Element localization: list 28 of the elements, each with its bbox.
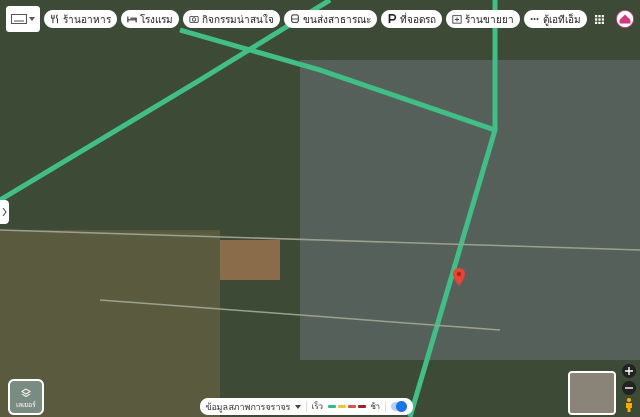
category-chip[interactable]: ร้านขายยา: [446, 10, 520, 28]
caret-icon: [29, 17, 35, 21]
plus-icon: [625, 367, 633, 375]
fast-label: เร็ว: [312, 400, 322, 413]
category-chip[interactable]: ร้านอาหาร: [44, 10, 117, 28]
apps-grid-icon[interactable]: [595, 14, 604, 24]
keyboard-icon: [11, 14, 27, 24]
traffic-dropdown[interactable]: ข้อมูลสภาพการจราจร: [206, 400, 300, 414]
category-chip[interactable]: กิจกรรมน่าสนใจ: [183, 10, 280, 28]
category-chip[interactable]: ที่จอดรถ: [381, 10, 442, 28]
layers-icon: [21, 388, 31, 398]
chevron-icon: [2, 208, 7, 216]
collapse-tab[interactable]: [0, 200, 9, 224]
fork-icon: [50, 14, 60, 24]
category-chip[interactable]: ขนส่งสาธารณะ: [284, 10, 377, 28]
location-pin-icon[interactable]: [453, 268, 465, 286]
street-view-thumbnail[interactable]: [568, 371, 616, 415]
traffic-toggle[interactable]: [390, 402, 406, 411]
parking-icon: [387, 14, 397, 24]
category-chip[interactable]: โรงแรม: [121, 10, 179, 28]
caret-icon: [294, 404, 300, 408]
pharmacy-icon: [452, 14, 462, 24]
menu-button[interactable]: [6, 6, 40, 32]
category-chip[interactable]: ตู้เอทีเอ็ม: [524, 10, 587, 28]
slow-label: ช้า: [370, 401, 380, 413]
bed-icon: [127, 14, 137, 24]
camera-icon: [189, 14, 199, 24]
pegman-icon[interactable]: [625, 398, 633, 412]
